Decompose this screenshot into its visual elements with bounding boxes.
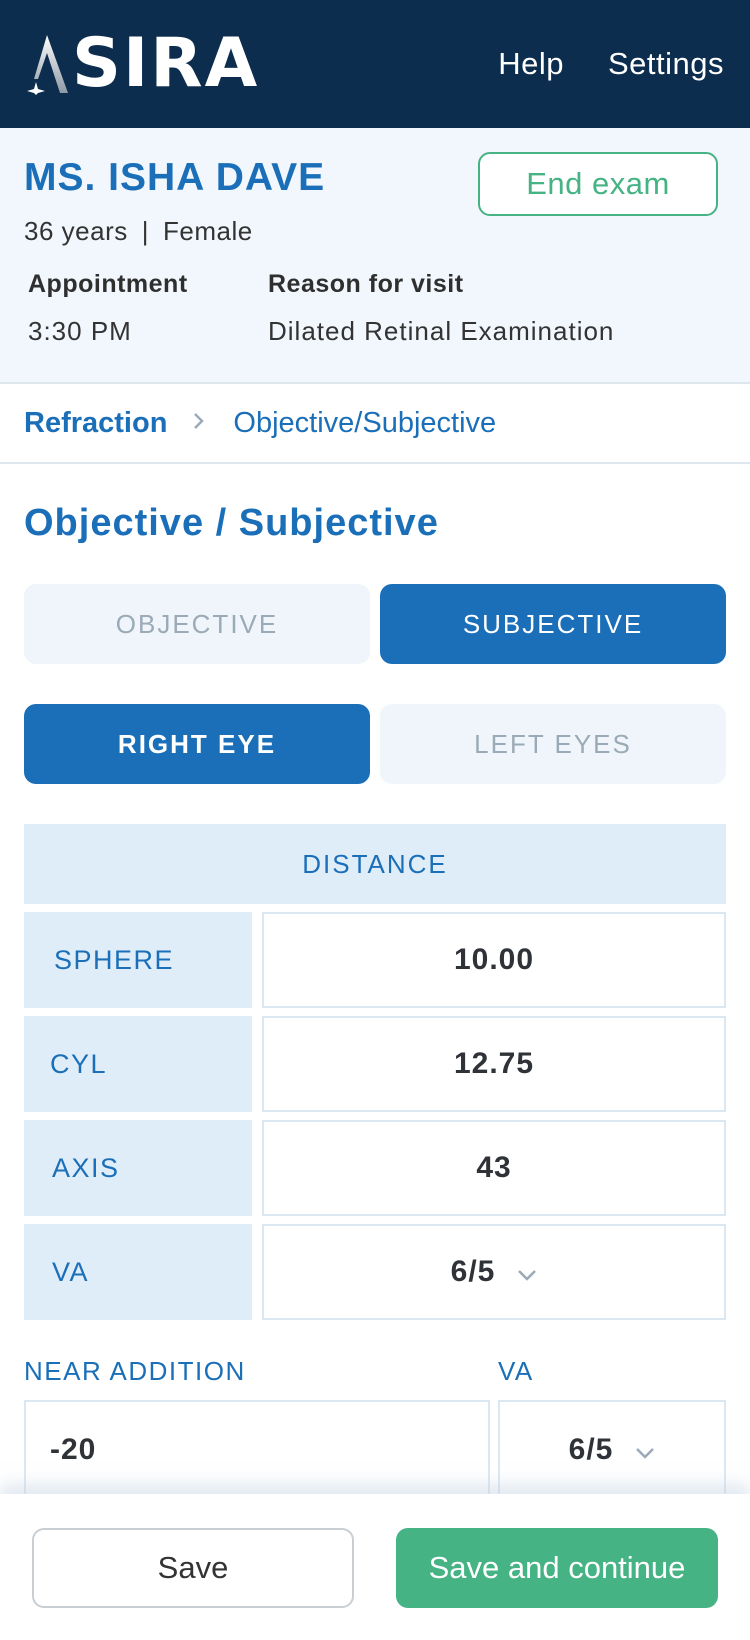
near-addition-label: NEAR ADDITION bbox=[24, 1356, 246, 1386]
axis-row: AXIS 43 bbox=[24, 1120, 726, 1216]
asira-logo-a-icon bbox=[27, 35, 68, 95]
appointment-label: Appointment bbox=[28, 270, 188, 298]
footer-actions: Save Save and continue bbox=[0, 1494, 750, 1640]
near-va-select[interactable]: 6/5 bbox=[498, 1400, 726, 1500]
reason-value: Dilated Retinal Examination bbox=[268, 316, 615, 346]
near-va-select-value: 6/5 bbox=[568, 1433, 614, 1466]
axis-label: AXIS bbox=[24, 1120, 252, 1216]
reason-label: Reason for visit bbox=[268, 270, 464, 298]
breadcrumb: Refraction Objective/Subjective bbox=[0, 384, 750, 464]
save-button[interactable]: Save bbox=[32, 1528, 354, 1608]
appointment-value: 3:30 PM bbox=[28, 316, 132, 346]
va-select-value: 6/5 bbox=[450, 1255, 496, 1288]
demographics-separator: | bbox=[141, 216, 149, 246]
sphere-input[interactable]: 10.00 bbox=[262, 912, 726, 1008]
near-va-label: VA bbox=[498, 1356, 534, 1386]
va-label: VA bbox=[24, 1224, 252, 1320]
end-exam-button[interactable]: End exam bbox=[478, 152, 718, 216]
patient-age: 36 years bbox=[24, 216, 128, 246]
cyl-input[interactable]: 12.75 bbox=[262, 1016, 726, 1112]
page-title: Objective / Subjective bbox=[24, 502, 439, 544]
asira-logo[interactable]: SIRA bbox=[24, 30, 259, 98]
sphere-row: SPHERE 10.00 bbox=[24, 912, 726, 1008]
logo-text: SIRA bbox=[72, 24, 260, 103]
chevron-down-icon bbox=[517, 1255, 537, 1289]
patient-name: MS. ISHA DAVE bbox=[24, 156, 326, 199]
tab-left-eyes[interactable]: LEFT EYES bbox=[380, 704, 726, 784]
save-and-continue-button[interactable]: Save and continue bbox=[396, 1528, 718, 1608]
tab-subjective[interactable]: SUBJECTIVE bbox=[380, 584, 726, 664]
cyl-row: CYL 12.75 bbox=[24, 1016, 726, 1112]
chevron-right-icon bbox=[193, 410, 205, 436]
distance-header: DISTANCE bbox=[24, 824, 726, 904]
va-row: VA 6/5 bbox=[24, 1224, 726, 1320]
sphere-label: SPHERE bbox=[24, 912, 252, 1008]
help-link[interactable]: Help bbox=[498, 46, 564, 82]
chevron-down-icon bbox=[635, 1433, 655, 1467]
cyl-label: CYL bbox=[24, 1016, 252, 1112]
va-select[interactable]: 6/5 bbox=[262, 1224, 726, 1320]
mode-tabs: OBJECTIVE SUBJECTIVE bbox=[24, 584, 726, 664]
eye-tabs: RIGHT EYE LEFT EYES bbox=[24, 704, 726, 784]
tab-objective[interactable]: OBJECTIVE bbox=[24, 584, 370, 664]
axis-input[interactable]: 43 bbox=[262, 1120, 726, 1216]
app-header: SIRA Help Settings bbox=[0, 0, 750, 128]
near-addition-input[interactable]: -20 bbox=[24, 1400, 490, 1500]
settings-link[interactable]: Settings bbox=[608, 46, 724, 82]
patient-panel: MS. ISHA DAVE 36 years | Female End exam A… bbox=[0, 128, 750, 384]
patient-demographics: 36 years | Female bbox=[24, 216, 253, 247]
header-nav: Help Settings bbox=[498, 46, 724, 82]
breadcrumb-refraction-link[interactable]: Refraction bbox=[24, 407, 167, 440]
breadcrumb-current: Objective/Subjective bbox=[233, 406, 497, 439]
patient-gender: Female bbox=[163, 216, 253, 246]
tab-right-eye[interactable]: RIGHT EYE bbox=[24, 704, 370, 784]
